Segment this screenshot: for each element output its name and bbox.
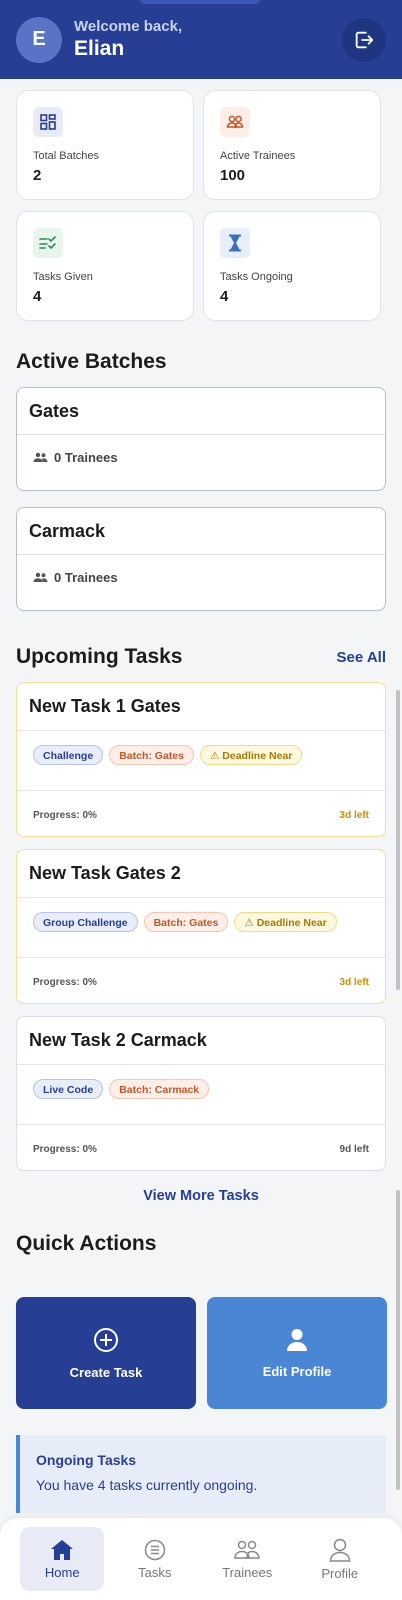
nav-home[interactable]: Home — [20, 1527, 105, 1591]
task-name: New Task 2 Carmack — [29, 1030, 207, 1050]
task-type-badge: Group Challenge — [33, 912, 138, 932]
task-type-badge: Live Code — [33, 1079, 104, 1099]
batch-trainees: 0 Trainees — [17, 555, 385, 600]
task-progress: Progress: 0% — [33, 977, 97, 988]
task-card[interactable]: New Task 1 Gates Challenge Batch: Gates … — [16, 682, 386, 837]
home-icon — [51, 1539, 74, 1560]
edit-profile-button[interactable]: Edit Profile — [207, 1297, 387, 1409]
task-footer: Progress: 0% 3d left — [17, 958, 385, 1007]
people-icon — [220, 107, 250, 137]
task-type-badge: Challenge — [33, 745, 104, 765]
bottom-nav: Home Tasks Trainees Profile — [0, 1518, 402, 1600]
batch-badge: Batch: Carmack — [109, 1079, 210, 1099]
batch-card[interactable]: Carmack 0 Trainees — [16, 507, 386, 611]
list-icon — [144, 1539, 165, 1560]
deadline-badge: ⚠ Deadline Near — [199, 745, 303, 765]
quick-actions-title: Quick Actions — [16, 1232, 157, 1255]
task-footer: Progress: 0% 9d left — [17, 1125, 385, 1174]
task-card[interactable]: New Task Gates 2 Group Challenge Batch: … — [16, 849, 386, 1004]
create-task-button[interactable]: Create Task — [16, 1297, 196, 1409]
nav-trainees[interactable]: Trainees — [205, 1527, 289, 1591]
nav-label: Tasks — [138, 1564, 172, 1580]
deadline-badge: ⚠ Deadline Near — [234, 912, 337, 932]
task-progress: Progress: 0% — [33, 1144, 97, 1155]
stat-value: 4 — [220, 288, 229, 305]
trainee-count: 0 Trainees — [54, 570, 118, 585]
stat-value: 2 — [33, 167, 42, 184]
app-header: E Welcome back, Elian — [0, 0, 402, 79]
welcome-text: Welcome back, — [74, 17, 183, 35]
nav-profile[interactable]: Profile — [298, 1527, 382, 1591]
time-left: 3d left — [339, 810, 369, 821]
nav-tasks[interactable]: Tasks — [113, 1527, 197, 1591]
stat-value: 100 — [220, 167, 246, 184]
ongoing-tasks-banner: Ongoing Tasks You have 4 tasks currently… — [16, 1435, 386, 1513]
scrollbar[interactable] — [396, 690, 400, 990]
batch-name: Carmack — [29, 521, 106, 541]
stat-tasks-given: Tasks Given 4 — [16, 211, 194, 321]
user-name: Elian — [74, 36, 125, 60]
edit-profile-label: Edit Profile — [262, 1363, 332, 1379]
batch-badge: Batch: Gates — [109, 745, 194, 765]
batch-card[interactable]: Gates 0 Trainees — [16, 387, 386, 491]
batch-name: Gates — [29, 401, 80, 421]
task-progress: Progress: 0% — [33, 810, 97, 821]
checklist-icon — [33, 228, 63, 258]
active-batches-title: Active Batches — [16, 350, 167, 373]
batch-trainees: 0 Trainees — [17, 435, 385, 480]
hourglass-icon — [220, 228, 250, 258]
create-task-label: Create Task — [69, 1364, 143, 1380]
stat-label: Active Trainees — [220, 150, 296, 162]
scrollbar[interactable] — [396, 1190, 400, 1490]
task-chips: Live Code Batch: Carmack — [17, 1065, 385, 1124]
stat-tasks-ongoing: Tasks Ongoing 4 — [203, 211, 381, 321]
welcome-block: Welcome back, Elian — [74, 18, 182, 62]
task-name: New Task 1 Gates — [29, 696, 181, 716]
ongoing-text: You have 4 tasks currently ongoing. — [36, 1477, 258, 1493]
add-circle-icon — [94, 1327, 118, 1352]
people-icon — [33, 572, 48, 582]
grid-icon — [33, 107, 63, 137]
nav-label: Trainees — [222, 1564, 273, 1580]
people-icon — [33, 452, 48, 462]
task-chips: Group Challenge Batch: Gates ⚠ Deadline … — [17, 898, 385, 957]
person-icon — [329, 1538, 351, 1562]
task-name: New Task Gates 2 — [29, 863, 181, 883]
upcoming-tasks-title: Upcoming Tasks — [16, 645, 183, 668]
stat-label: Total Batches — [33, 150, 100, 162]
logout-button[interactable] — [342, 18, 386, 62]
task-chips: Challenge Batch: Gates ⚠ Deadline Near — [17, 731, 385, 790]
status-notch — [140, 0, 260, 4]
stat-active-trainees: Active Trainees 100 — [203, 90, 381, 200]
time-left: 3d left — [339, 977, 369, 988]
stat-value: 4 — [33, 288, 42, 305]
person-icon — [287, 1328, 307, 1351]
avatar[interactable]: E — [16, 16, 62, 63]
people-icon — [234, 1540, 261, 1559]
ongoing-title: Ongoing Tasks — [36, 1452, 137, 1468]
task-footer: Progress: 0% 3d left — [17, 791, 385, 840]
batch-badge: Batch: Gates — [143, 912, 229, 932]
nav-label: Profile — [321, 1565, 359, 1581]
task-card[interactable]: New Task 2 Carmack Live Code Batch: Carm… — [16, 1016, 386, 1171]
see-all-link[interactable]: See All — [337, 649, 386, 666]
view-more-tasks-link[interactable]: View More Tasks — [0, 1188, 402, 1204]
time-left: 9d left — [339, 1144, 369, 1155]
nav-label: Home — [44, 1564, 80, 1580]
stat-label: Tasks Given — [33, 271, 93, 283]
trainee-count: 0 Trainees — [54, 450, 118, 465]
logout-icon — [355, 31, 374, 49]
stat-total-batches: Total Batches 2 — [16, 90, 194, 200]
stat-label: Tasks Ongoing — [220, 271, 293, 283]
